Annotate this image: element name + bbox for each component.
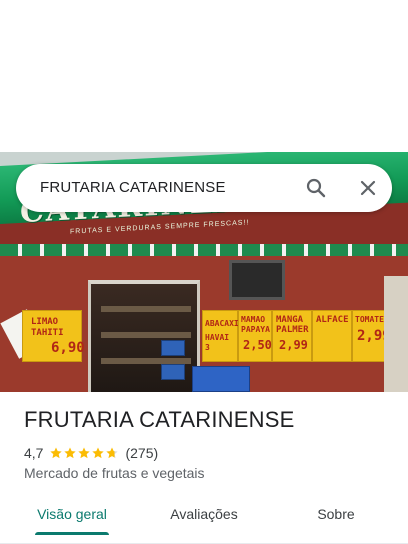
poster-price: 6,90 [51, 340, 85, 356]
poster-line: LIMAO [31, 317, 59, 327]
poster-line: MAMAO [241, 315, 266, 324]
poster-line: TAHITI [31, 328, 64, 338]
search-query-text[interactable]: FRUTARIA CATARINENSE [40, 164, 226, 212]
price-poster: LIMAO TAHITI 6,90 [22, 310, 85, 362]
price-poster: MANGA PALMER 2,99 [272, 310, 312, 362]
store-entrance [88, 280, 200, 392]
review-count[interactable]: (275) [125, 445, 158, 461]
active-tab-indicator [35, 532, 109, 535]
price-poster: ALFACE [312, 310, 352, 362]
tab-reviews[interactable]: Avaliações [166, 496, 242, 532]
tab-about[interactable]: Sobre [312, 496, 360, 532]
rating-value: 4,7 [24, 445, 44, 461]
poster-line: ALFACE [316, 315, 349, 325]
search-bar[interactable]: FRUTARIA CATARINENSE [16, 164, 392, 212]
poster-line: PALMER [276, 325, 309, 335]
store-sign [229, 260, 285, 300]
tab-overview[interactable]: Visão geral [35, 496, 109, 532]
rating-row[interactable]: 4,7 (275) [24, 444, 158, 462]
star-icon [78, 447, 91, 459]
close-icon[interactable] [356, 176, 380, 200]
price-poster: MAMAO PAPAYA 2,50 [238, 310, 272, 362]
poster-price: 2,50 [243, 338, 272, 352]
star-icon [64, 447, 77, 459]
star-icon [92, 447, 105, 459]
poster-line: PAPAYA [241, 325, 270, 334]
poster-line: TOMATE [355, 315, 384, 324]
side-door [384, 276, 408, 392]
produce-crate [192, 366, 250, 392]
place-title: FRUTARIA CATARINENSE [24, 407, 295, 432]
price-poster: ABACAXI HAVAI 3 [202, 310, 239, 362]
poster-line: HAVAI 3 [205, 333, 230, 352]
poster-price: 2,99 [279, 338, 308, 352]
produce-crate [161, 364, 185, 380]
poster-line: MANGA [276, 315, 304, 325]
poster-line: ABACAXI [205, 319, 239, 328]
shelf [101, 306, 191, 312]
price-poster: TOMATE 2,99 [352, 310, 391, 362]
place-category: Mercado de frutas e vegetais [24, 465, 205, 481]
star-rating [49, 446, 119, 460]
produce-crate [161, 340, 185, 356]
shelf [101, 332, 191, 338]
place-tabs: Visão geral Avaliações Sobre [0, 496, 408, 544]
star-icon [50, 447, 63, 459]
star-half-icon [106, 447, 119, 459]
search-icon[interactable] [304, 176, 328, 200]
